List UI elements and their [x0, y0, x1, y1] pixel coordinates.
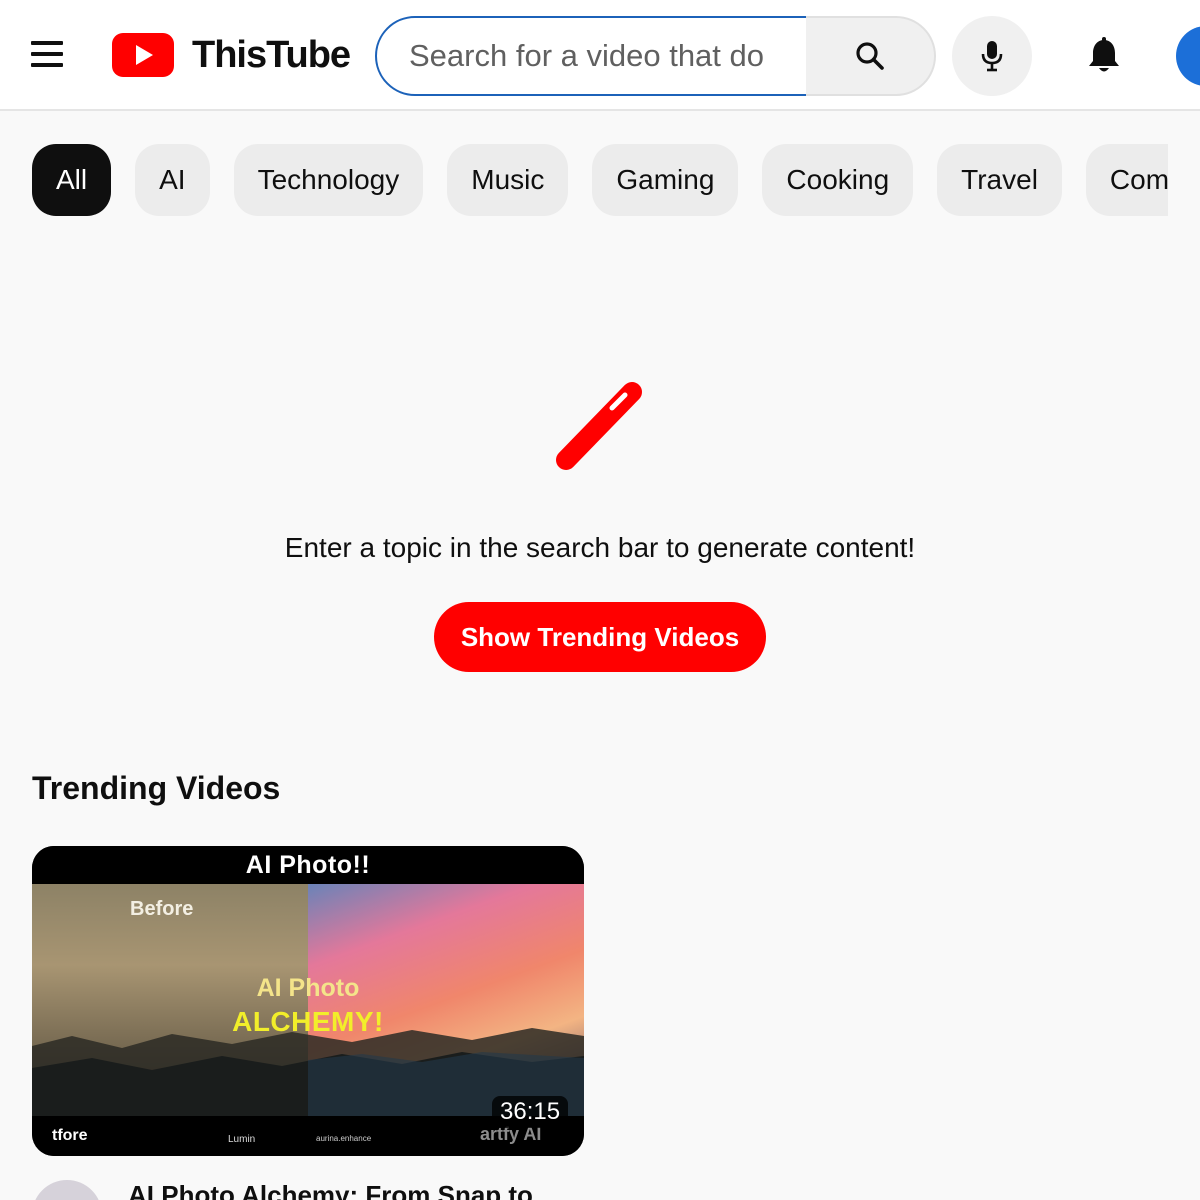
menu-icon [31, 41, 63, 67]
video-title[interactable]: AI Photo Alchemy: From Snap to [128, 1180, 568, 1200]
video-duration-badge: 36:15 [492, 1096, 569, 1128]
search-button[interactable] [806, 16, 936, 96]
chip-cooking[interactable]: Cooking [762, 144, 914, 216]
voice-search-button[interactable] [952, 16, 1032, 96]
thumbnail-banner-text: AI Photo!! [245, 850, 371, 879]
chip-com[interactable]: Com [1085, 144, 1168, 216]
empty-state-message: Enter a topic in the search bar to gener… [284, 532, 916, 563]
category-chips: All AI Technology Music Gaming Cooking T… [32, 144, 1168, 216]
thumbnail-watermark: Lumin [228, 1134, 256, 1145]
chip-technology[interactable]: Technology [233, 144, 424, 216]
search-input[interactable] [409, 38, 806, 74]
chip-all[interactable]: All [32, 144, 112, 216]
app-title: ThisTube [192, 33, 351, 76]
notifications-button[interactable] [1072, 24, 1136, 88]
logo[interactable]: ThisTube [112, 32, 351, 78]
bell-icon [1089, 37, 1119, 72]
logo-play-icon [112, 33, 174, 77]
magic-wand-icon [556, 382, 642, 470]
thumbnail-overlay-line2: ALCHEMY! [232, 1006, 384, 1037]
video-thumbnail[interactable]: AI Photo!! Before AI Photo ALCHEMY! tfor… [32, 846, 584, 1156]
search-box [375, 16, 808, 96]
chip-gaming[interactable]: Gaming [592, 144, 739, 216]
user-avatar[interactable] [1176, 26, 1200, 86]
search-icon [856, 42, 884, 70]
chip-ai[interactable]: AI [135, 144, 210, 216]
channel-avatar[interactable] [32, 1180, 102, 1200]
top-header: ThisTube [0, 0, 1200, 111]
menu-button[interactable] [24, 30, 72, 78]
thumbnail-watermark: aurina.enhance [316, 1134, 372, 1143]
thumbnail-banner: AI Photo!! [32, 846, 584, 884]
show-trending-button[interactable]: Show Trending Videos [434, 602, 766, 672]
thumbnail-overlay-line1: AI Photo [256, 974, 360, 1002]
thumbnail-before-label: Before [130, 898, 194, 920]
trending-heading: Trending Videos [32, 770, 281, 806]
microphone-icon [981, 41, 1003, 72]
chip-travel[interactable]: Travel [937, 144, 1062, 216]
thumbnail-watermark: tfore [52, 1127, 88, 1144]
chip-music[interactable]: Music [447, 144, 569, 216]
